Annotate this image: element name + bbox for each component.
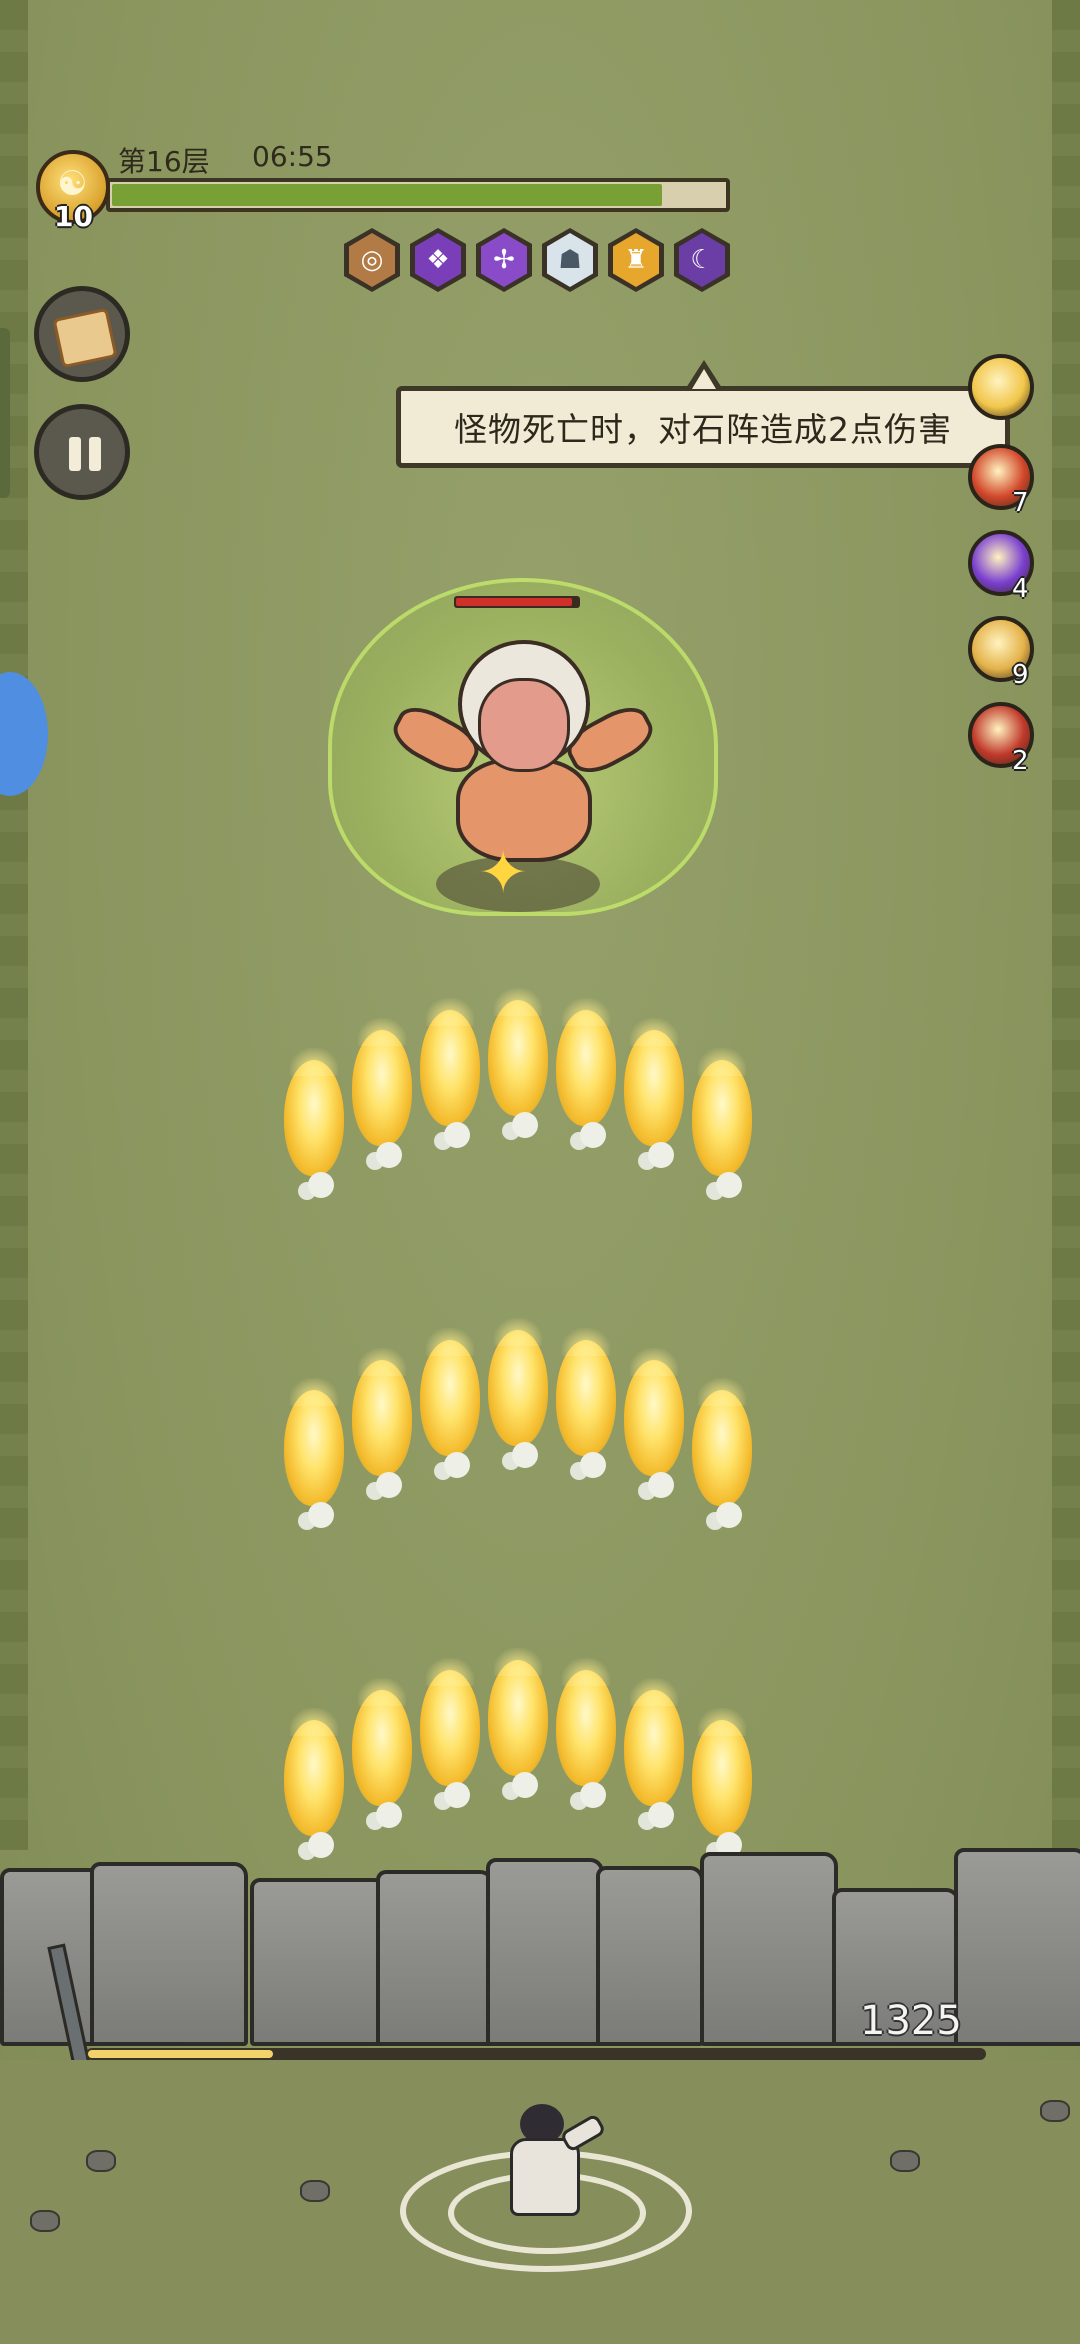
skill-slot-6[interactable]: ☾ [674,228,730,292]
fox-projectile [624,1018,684,1146]
fox-projectile [352,1018,412,1146]
fox-projectile [420,1658,480,1786]
dust-puff [308,1502,334,1528]
fox-projectile [692,1708,752,1836]
buff-compass-count: 9 [1012,660,1029,690]
fox-projectile [284,1708,344,1836]
buff-fire-slash-count: 2 [1012,746,1029,776]
fox-projectile [488,1318,548,1446]
level-progress-fill [112,184,663,206]
fox-projectile [352,1678,412,1806]
dust-puff [376,1472,402,1498]
dust-puff [512,1772,538,1798]
dust-puff [512,1442,538,1468]
dust-puff [444,1122,470,1148]
wall-hp-value: 1325 [860,1998,962,2044]
fox-projectile [624,1348,684,1476]
tooltip-text: 怪物死亡时，对石阵造成2点伤害 [454,410,952,449]
fox-projectile [692,1048,752,1176]
dust-puff [580,1122,606,1148]
pause-icon [69,437,81,471]
dust-puff [716,1502,742,1528]
buff-lightning-count: 4 [1012,574,1029,604]
left-hedge [0,0,28,1850]
wall-hp-fill [88,2050,273,2058]
scroll-icon [52,307,118,369]
fox-projectile [488,1648,548,1776]
skill-bar: ◎ ❖ ✢ ☗ ♜ ☾ [344,228,730,294]
dust-puff [512,1112,538,1138]
wall-hp-bar [86,2048,986,2060]
fox-projectile [556,1658,616,1786]
fox-projectile [420,1328,480,1456]
player-level-number: 10 [54,200,93,233]
boss-health-fill [456,598,572,606]
skill-slot-3[interactable]: ✢ [476,228,532,292]
top-hud: 第16层 06:55 ☯ 10 [36,140,736,233]
hit-spark-icon: ✦ [478,838,529,908]
skill-slot-4[interactable]: ☗ [542,228,598,292]
pause-button[interactable] [34,404,130,500]
fox-emblem-icon: ☯ [57,164,88,204]
timer-label: 06:55 [252,140,333,173]
dust-puff [376,1142,402,1168]
whirl-icon: ◎ [349,233,395,287]
level-progress-bar [106,178,730,212]
skill-tooltip: 怪物死亡时，对石阵造成2点伤害 [396,386,1010,468]
dust-puff [648,1472,674,1498]
right-hedge [1052,0,1080,1850]
spirit-icon: ✢ [481,233,527,287]
buff-blast-icon[interactable] [968,354,1034,420]
fox-projectile [624,1678,684,1806]
skill-slot-1[interactable]: ◎ [344,228,400,292]
ghost-icon: ☗ [547,233,593,287]
skill-slot-2[interactable]: ❖ [410,228,466,292]
fox-projectile [352,1348,412,1476]
dust-puff [308,1172,334,1198]
fox-projectile [556,998,616,1126]
dust-puff [648,1802,674,1828]
fox-projectile [488,988,548,1116]
monkey-boss[interactable] [438,640,598,870]
dust-puff [648,1142,674,1168]
skill-slot-5[interactable]: ♜ [608,228,664,292]
map-scroll-button[interactable] [34,286,130,382]
dust-puff [444,1782,470,1808]
demon-icon: ❖ [415,233,461,287]
dust-puff [444,1452,470,1478]
fox-projectile [556,1328,616,1456]
dust-puff [376,1802,402,1828]
buff-flame-count: 7 [1012,488,1029,518]
dust-puff [580,1782,606,1808]
shadow-icon: ☾ [679,233,725,287]
fox-projectile [420,998,480,1126]
dust-puff [716,1172,742,1198]
hero-character[interactable] [500,2104,607,2216]
warrior-icon: ♜ [613,233,659,287]
side-drawer-tab[interactable] [0,328,10,498]
floor-label: 第16层 [118,145,210,178]
fox-projectile [284,1048,344,1176]
fox-projectile [284,1378,344,1506]
boss-health-bar [454,596,580,608]
fox-projectile [692,1378,752,1506]
dust-puff [580,1452,606,1478]
